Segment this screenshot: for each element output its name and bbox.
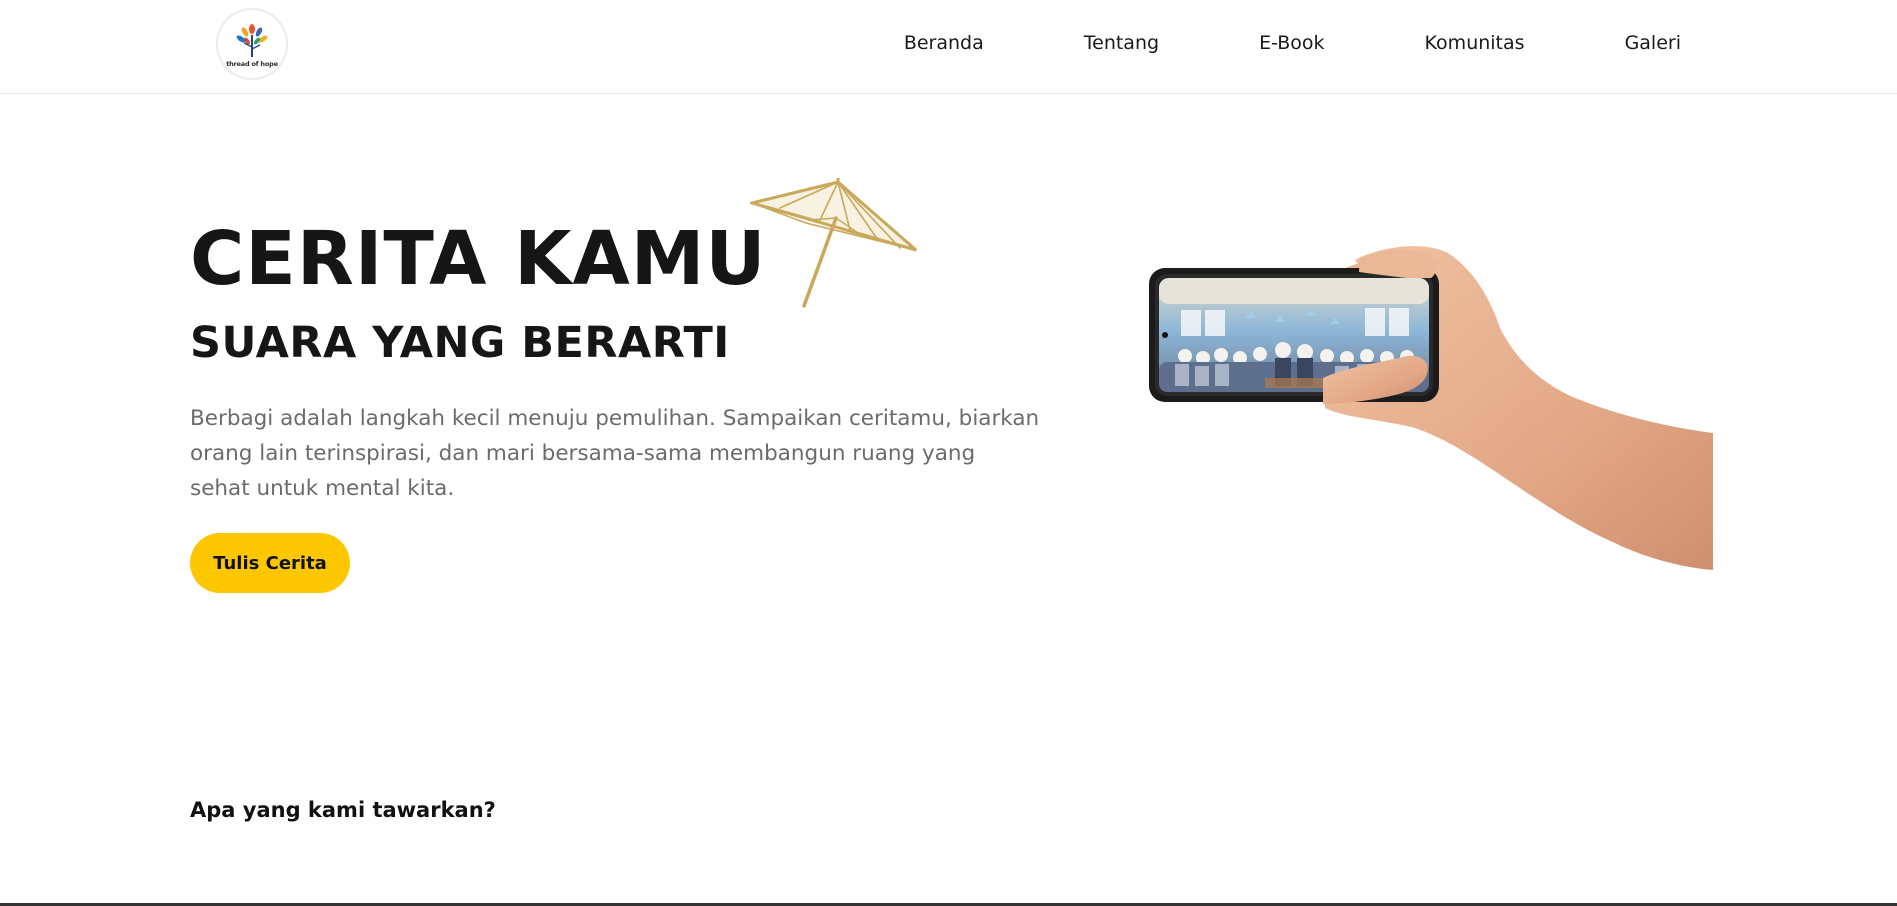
- brand-logo-text: thread of hope: [226, 59, 278, 68]
- umbrella-icon: [750, 178, 917, 308]
- nav-item-tentang[interactable]: Tentang: [1084, 32, 1159, 54]
- nav-item-beranda[interactable]: Beranda: [904, 32, 984, 54]
- hero-subtitle: SUARA YANG BERARTI: [190, 318, 730, 368]
- site-header: thread of hope Beranda Tentang E-Book Ko…: [0, 0, 1897, 94]
- nav-item-ebook[interactable]: E-Book: [1259, 32, 1324, 54]
- tree-logo-icon: [236, 23, 268, 57]
- offer-heading: Apa yang kami tawarkan?: [190, 798, 496, 822]
- main-nav: Beranda Tentang E-Book Komunitas Galeri: [904, 32, 1681, 54]
- nav-item-galeri[interactable]: Galeri: [1625, 32, 1681, 54]
- phone-in-hand-image: [1149, 246, 1713, 570]
- brand-logo[interactable]: thread of hope: [216, 8, 288, 80]
- write-story-button[interactable]: Tulis Cerita: [190, 533, 350, 593]
- nav-item-komunitas[interactable]: Komunitas: [1425, 32, 1525, 54]
- hero-description: Berbagi adalah langkah kecil menuju pemu…: [190, 406, 1040, 501]
- hero-title: CERITA KAMU: [190, 216, 767, 302]
